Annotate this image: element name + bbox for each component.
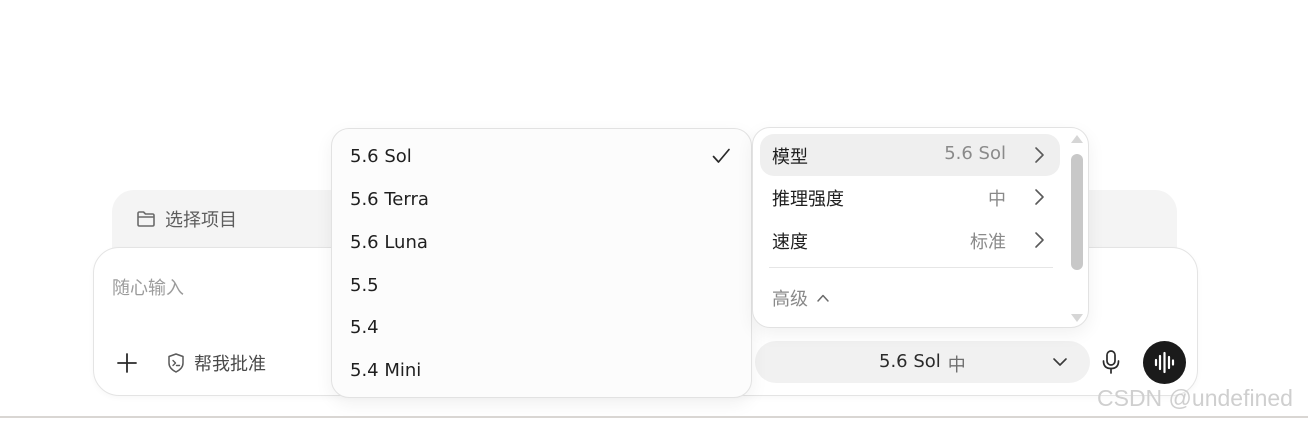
model-option-5-6-sol[interactable]: 5.6 Sol — [332, 135, 751, 177]
settings-row-value: 中 — [988, 189, 1006, 210]
chevron-right-icon — [1032, 187, 1046, 207]
model-list-dropdown: 5.6 Sol 5.6 Terra 5.6 Luna 5.5 5.4 5.4 M… — [331, 128, 752, 398]
settings-row-reasoning[interactable]: 推理强度 中 — [760, 176, 1060, 218]
microphone-button[interactable] — [1099, 348, 1123, 376]
chevron-down-icon — [1051, 353, 1069, 371]
settings-row-value: 标准 — [970, 232, 1006, 253]
settings-row-speed[interactable]: 速度 标准 — [760, 219, 1060, 261]
advanced-label: 高级 — [772, 289, 808, 310]
model-pill-level: 中 — [947, 355, 966, 376]
microphone-icon — [1099, 348, 1123, 376]
message-input[interactable]: 随心输入 — [112, 274, 184, 300]
model-option-label: 5.4 Mini — [350, 359, 422, 381]
model-option-5-4[interactable]: 5.4 — [332, 306, 751, 348]
checkmark-icon — [711, 146, 731, 166]
watermark: CSDN @undefined — [1097, 385, 1293, 411]
select-project-label: 选择项目 — [165, 210, 237, 231]
shield-terminal-icon — [166, 352, 186, 374]
model-option-5-6-luna[interactable]: 5.6 Luna — [332, 221, 751, 263]
settings-row-value: 5.6 Sol — [944, 143, 1006, 164]
model-pill-name: 5.6 Sol — [879, 351, 941, 372]
chevron-right-icon — [1032, 145, 1046, 165]
scrollbar-thumb[interactable] — [1071, 154, 1083, 270]
model-option-5-4-mini[interactable]: 5.4 Mini — [332, 349, 751, 391]
approve-button[interactable]: 帮我批准 — [166, 350, 266, 376]
model-option-label: 5.4 — [350, 316, 379, 338]
window-bottom-edge — [0, 416, 1308, 418]
model-selector-button[interactable]: 5.6 Sol 中 — [755, 341, 1090, 383]
model-option-label: 5.6 Terra — [350, 188, 429, 210]
voice-mode-button[interactable] — [1143, 341, 1186, 384]
chevron-right-icon — [1032, 230, 1046, 250]
add-button[interactable] — [112, 348, 142, 378]
chevron-up-icon — [816, 292, 830, 304]
approve-label: 帮我批准 — [194, 354, 266, 375]
model-option-label: 5.6 Luna — [350, 231, 428, 253]
waveform-icon — [1153, 351, 1176, 374]
model-option-label: 5.6 Sol — [350, 145, 412, 167]
settings-row-label: 模型 — [772, 147, 808, 168]
settings-menu: 模型 5.6 Sol 推理强度 中 速度 标准 高级 — [752, 127, 1089, 328]
plus-icon — [112, 348, 142, 378]
select-project-button[interactable]: 选择项目 — [136, 207, 237, 231]
settings-row-model[interactable]: 模型 5.6 Sol — [760, 134, 1060, 176]
model-pill-label: 5.6 Sol 中 — [879, 351, 966, 377]
settings-divider — [769, 267, 1053, 268]
settings-row-label: 推理强度 — [772, 189, 844, 210]
scroll-up-arrow-icon[interactable] — [1070, 133, 1084, 145]
folder-icon — [136, 210, 156, 228]
scroll-down-arrow-icon[interactable] — [1070, 312, 1084, 324]
settings-row-label: 速度 — [772, 232, 808, 253]
advanced-toggle[interactable]: 高级 — [772, 285, 830, 311]
model-option-5-5[interactable]: 5.5 — [332, 264, 751, 306]
model-option-label: 5.5 — [350, 274, 379, 296]
model-option-5-6-terra[interactable]: 5.6 Terra — [332, 178, 751, 220]
